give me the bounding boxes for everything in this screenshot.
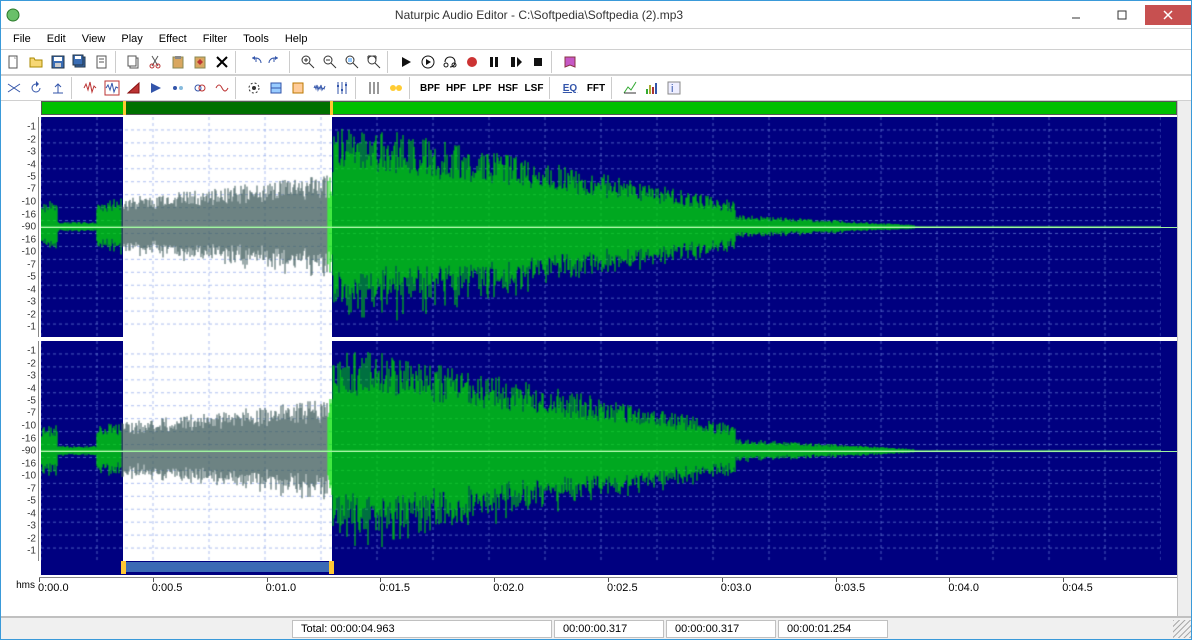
copy-icon[interactable] [123,51,145,73]
revert-icon[interactable] [25,77,47,99]
status-total: Total: 00:00:04.963 [292,620,552,638]
minimize-button[interactable] [1053,5,1099,25]
play-loop-icon[interactable] [417,51,439,73]
new-file-icon[interactable] [3,51,25,73]
app-icon [5,7,21,23]
filter-lsf[interactable]: LSF [521,77,547,99]
marker-list-icon[interactable] [385,77,407,99]
amplitude-ruler: -1-2-3-4-5-7-10-16-90-16-10-7-5-4-3-2-1 [1,117,39,337]
stop-icon[interactable] [527,51,549,73]
upload-icon[interactable] [47,77,69,99]
menu-effect[interactable]: Effect [151,31,195,47]
menu-view[interactable]: View [74,31,114,47]
separator [551,51,557,73]
status-cell-4: 00:00:01.254 [778,620,888,638]
undo-icon[interactable] [243,51,265,73]
zoom-out-icon[interactable] [319,51,341,73]
vertical-scrollbar[interactable] [1177,101,1191,616]
info-icon[interactable]: i [663,77,685,99]
titlebar: Naturpic Audio Editor - C:\Softpedia\Sof… [1,1,1191,29]
separator [387,51,393,73]
open-folder-icon[interactable] [25,51,47,73]
amplify-icon[interactable] [101,77,123,99]
zoom-selection-icon[interactable] [341,51,363,73]
window-title: Naturpic Audio Editor - C:\Softpedia\Sof… [25,8,1053,22]
separator [235,77,241,99]
chorus-icon[interactable] [189,77,211,99]
delete-icon[interactable] [211,51,233,73]
stop-play-icon[interactable] [505,51,527,73]
analyze-icon[interactable] [619,77,641,99]
pause-icon[interactable] [483,51,505,73]
menubar: File Edit View Play Effect Filter Tools … [1,29,1191,49]
save-disk-icon[interactable] [47,51,69,73]
menu-filter[interactable]: Filter [195,31,235,47]
timeline-unit-label: hms [1,577,39,601]
mixer-icon[interactable] [331,77,353,99]
separator [409,77,415,99]
separator [611,77,617,99]
play-icon[interactable] [395,51,417,73]
zoom-fit-icon[interactable] [363,51,385,73]
compress-icon[interactable] [265,77,287,99]
help-book-icon[interactable] [559,51,581,73]
menu-play[interactable]: Play [113,31,150,47]
separator [355,77,361,99]
filter-hsf[interactable]: HSF [495,77,521,99]
normalize-icon[interactable] [79,77,101,99]
waveform-canvas[interactable] [41,117,1177,337]
status-cell-3: 00:00:00.317 [666,620,776,638]
resize-grip-icon[interactable] [1173,620,1191,638]
menu-help[interactable]: Help [277,31,316,47]
save-all-icon[interactable] [69,51,91,73]
cut-icon[interactable] [145,51,167,73]
paste-mix-icon[interactable] [189,51,211,73]
filter-eq[interactable]: EQ [557,77,583,99]
toolbar-main [1,49,1191,75]
filter-hpf[interactable]: HPF [443,77,469,99]
properties-icon[interactable] [91,51,113,73]
noise-icon[interactable] [309,77,331,99]
zoom-in-icon[interactable] [297,51,319,73]
separator [549,77,555,99]
marker-add-icon[interactable] [363,77,385,99]
redo-icon[interactable] [265,51,287,73]
menu-edit[interactable]: Edit [39,31,74,47]
status-cell-2: 00:00:00.317 [554,620,664,638]
reverb-icon[interactable] [145,77,167,99]
menu-tools[interactable]: Tools [235,31,277,47]
menu-file[interactable]: File [5,31,39,47]
toolbar-effects: BPF HPF LPF HSF LSF EQ FFT i [1,75,1191,101]
filter-fft[interactable]: FFT [583,77,609,99]
amplitude-ruler: -1-2-3-4-5-7-10-16-90-16-10-7-5-4-3-2-1 [1,341,39,561]
separator [115,51,121,73]
channel-right[interactable]: -1-2-3-4-5-7-10-16-90-16-10-7-5-4-3-2-1 [1,341,1177,561]
spectrum-icon[interactable] [641,77,663,99]
close-button[interactable] [1145,5,1191,25]
svg-text:i: i [671,83,673,95]
separator [71,77,77,99]
maximize-button[interactable] [1099,5,1145,25]
overview-strip[interactable] [41,101,1177,115]
waveform-area[interactable]: -1-2-3-4-5-7-10-16-90-16-10-7-5-4-3-2-1 … [1,101,1177,616]
echo-icon[interactable] [167,77,189,99]
crossfade-icon[interactable] [3,77,25,99]
filter-bpf[interactable]: BPF [417,77,443,99]
channel-left[interactable]: -1-2-3-4-5-7-10-16-90-16-10-7-5-4-3-2-1 [1,117,1177,337]
filter-lpf[interactable]: LPF [469,77,495,99]
statusbar: Total: 00:00:04.963 00:00:00.317 00:00:0… [1,617,1191,639]
expand-icon[interactable] [287,77,309,99]
flange-icon[interactable] [211,77,233,99]
fade-icon[interactable] [123,77,145,99]
waveform-canvas[interactable] [41,341,1177,561]
separator [235,51,241,73]
loop-icon[interactable] [439,51,461,73]
record-icon[interactable] [461,51,483,73]
timeline[interactable]: hms 0:00.00:00.50:01.00:01.50:02.00:02.5… [1,577,1177,601]
gate-icon[interactable] [243,77,265,99]
paste-icon[interactable] [167,51,189,73]
selection-ruler[interactable] [41,561,1177,575]
separator [289,51,295,73]
